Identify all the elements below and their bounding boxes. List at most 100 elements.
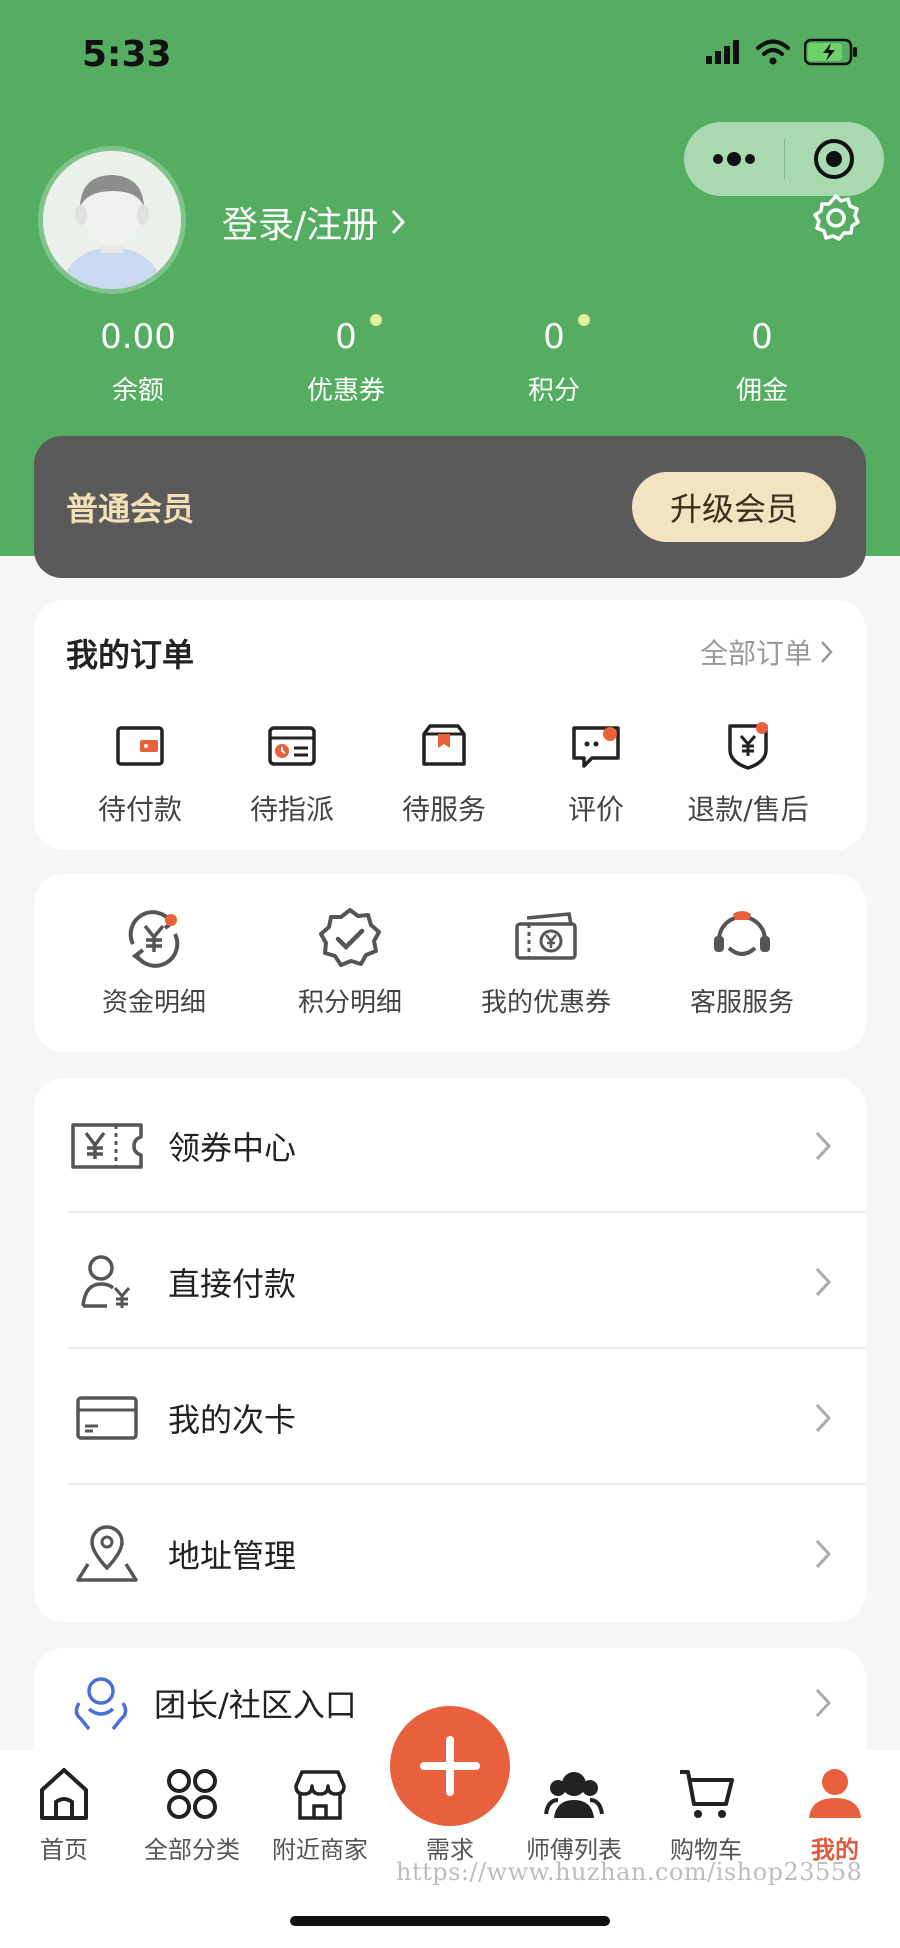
menu-label: 地址管理 [168,1537,297,1575]
order-item-label: 评价 [567,793,624,826]
menu-my-card[interactable]: 我的次卡 [34,1350,866,1486]
menu-card: 领券中心 直接付款 我的次卡 地址管理 [34,1078,866,1622]
order-item-label: 退款/售后 [687,793,809,826]
stat-label: 优惠券 [306,376,385,406]
workers-icon [544,1772,604,1818]
divider [68,1347,866,1349]
menu-direct-payment[interactable]: 直接付款 [34,1214,866,1350]
tool-label: 我的优惠券 [480,988,611,1018]
store-icon [294,1770,346,1820]
customer-service-button[interactable]: 客服服务 [644,906,840,1019]
cart-icon [680,1770,734,1818]
stat-value: 0 [335,317,357,357]
order-review[interactable]: 评价 [520,718,672,828]
tab-cart[interactable]: 购物车 [646,1764,766,1865]
order-item-label: 待付款 [97,793,182,826]
status-bar: 5:33 [0,0,900,110]
account-stats: 0.00 余额 0 优惠券 0 积分 0 佣金 [0,314,900,407]
tab-mine[interactable]: 我的 [775,1764,895,1865]
settings-gear-icon[interactable] [810,192,862,244]
divider [68,1483,866,1485]
target-icon [814,139,855,179]
tab-home[interactable]: 首页 [4,1764,124,1865]
comment-icon [572,726,620,768]
default-avatar-icon [43,151,181,289]
order-pending-payment[interactable]: 待付款 [64,718,216,828]
fund-details-button[interactable]: 资金明细 [56,906,252,1019]
menu-label: 我的次卡 [168,1401,297,1439]
more-button[interactable] [684,122,784,196]
tab-nearby-stores[interactable]: 附近商家 [260,1764,380,1865]
order-refund[interactable]: 退款/售后 [672,718,824,828]
order-status-list: 待付款 待指派 待服务 评价 退款/售后 [34,718,866,828]
battery-icon [804,38,857,66]
notification-dot [370,314,382,326]
stat-value: 0.00 [100,317,176,357]
stat-label: 积分 [527,376,580,406]
stat-coupons[interactable]: 0 优惠券 [242,314,450,407]
stat-points[interactable]: 0 积分 [450,314,658,407]
menu-label: 领券中心 [168,1129,297,1167]
plus-icon [420,1736,480,1796]
card-icon [70,1388,144,1448]
tool-label: 资金明细 [101,988,206,1018]
stat-label: 佣金 [735,376,788,406]
close-miniapp-button[interactable] [785,122,885,196]
more-dots-icon [712,152,755,166]
demand-plus-button[interactable] [390,1706,510,1826]
login-register-label: 登录/注册 [222,205,379,246]
chevron-right-icon [815,1539,832,1569]
home-indicator [290,1916,610,1926]
tools-list: 资金明细 积分明细 我的优惠券 客服服务 [34,906,866,1019]
stat-label: 余额 [111,376,164,406]
box-icon [422,724,466,766]
login-register-link[interactable]: 登录/注册 [222,196,406,248]
grid-circles-icon [167,1769,217,1819]
wallet-icon [116,726,164,766]
stat-commission[interactable]: 0 佣金 [658,314,866,407]
upgrade-member-button[interactable]: 升级会员 [632,472,836,542]
avatar[interactable] [38,146,186,294]
user-pay-icon [70,1252,144,1312]
chevron-right-icon [392,209,406,235]
chevron-right-icon [815,1403,832,1433]
profile-icon [809,1769,861,1818]
card-clock-icon [268,726,316,766]
menu-address-management[interactable]: 地址管理 [34,1486,866,1622]
notification-dot [578,314,590,326]
stat-value: 0 [543,317,565,357]
order-item-label: 待服务 [401,793,486,826]
watermark: https://www.huzhan.com/ishop23558 [396,1858,863,1886]
chevron-right-icon [815,1131,832,1161]
yuan-cycle-icon [128,910,180,968]
order-pending-service[interactable]: 待服务 [368,718,520,828]
all-orders-label: 全部订单 [699,637,812,670]
divider [68,1211,866,1213]
menu-label: 团长/社区入口 [154,1686,357,1724]
points-details-button[interactable]: 积分明细 [252,906,448,1019]
tool-label: 积分明细 [297,988,402,1018]
orders-card: 我的订单 全部订单 待付款 待指派 待服务 评价 退款/售后 [34,600,866,850]
menu-coupon-center[interactable]: 领券中心 [34,1078,866,1214]
member-card: 普通会员 升级会员 [34,436,866,578]
community-icon [64,1673,138,1733]
tool-label: 客服服务 [689,988,794,1018]
menu-label: 直接付款 [168,1265,297,1303]
home-icon [40,1768,88,1820]
member-level: 普通会员 [66,490,195,528]
all-orders-link[interactable]: 全部订单 [700,632,834,672]
miniapp-capsule [684,122,884,196]
badge-check-icon [319,908,381,967]
tab-all-categories[interactable]: 全部分类 [132,1764,252,1865]
chevron-right-icon [815,1267,832,1297]
tab-label: 首页 [40,1836,88,1864]
order-pending-assign[interactable]: 待指派 [216,718,368,828]
stat-balance[interactable]: 0.00 余额 [34,314,242,407]
my-coupons-button[interactable]: 我的优惠券 [448,906,644,1019]
headset-icon [714,911,770,956]
tab-worker-list[interactable]: 师傅列表 [514,1764,634,1865]
order-item-label: 待指派 [249,793,334,826]
refund-shield-icon [728,722,768,770]
tab-label: 全部分类 [144,1836,240,1864]
orders-title: 我的订单 [66,636,195,674]
